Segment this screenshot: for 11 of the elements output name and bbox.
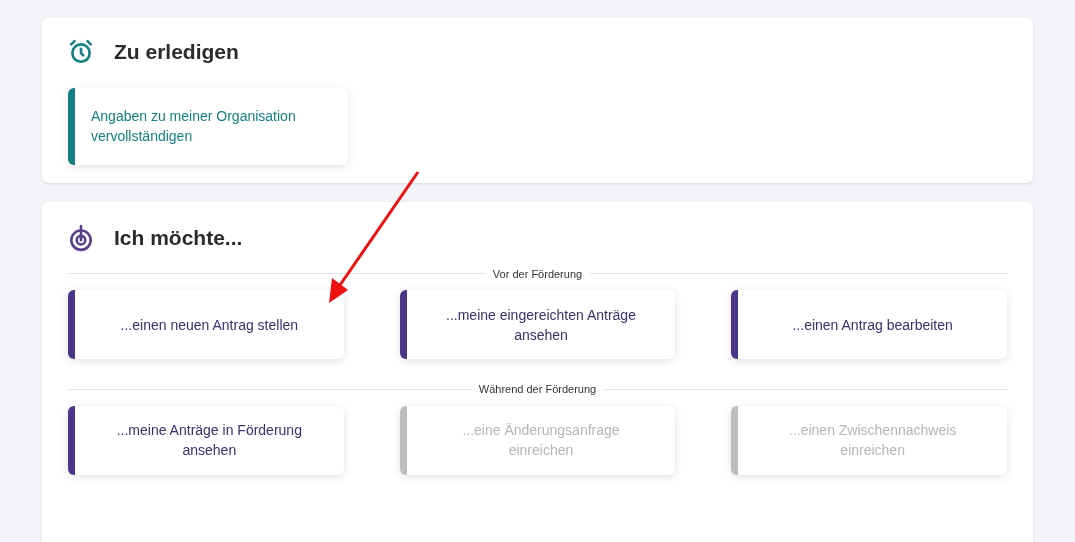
section-title: Ich möchte...	[114, 225, 243, 251]
group-label: Während der Förderung	[478, 382, 597, 397]
group-label: Vor der Förderung	[492, 266, 583, 282]
todo-item[interactable]: Angaben zu meiner Organisation vervollständigen	[68, 87, 348, 165]
section-title: Zu erledigen	[114, 39, 239, 65]
action-button[interactable]: ...einen Antrag bearbeiten	[731, 290, 1007, 359]
action-button[interactable]: ...einen neuen Antrag stellen	[68, 290, 344, 359]
power-icon	[68, 223, 94, 252]
alarm-clock-icon	[68, 38, 94, 65]
action-button[interactable]: ...meine Anträge in Förderung ansehen	[68, 405, 344, 475]
action-button[interactable]: ...meine eingereichten Anträge ansehen	[399, 290, 676, 359]
